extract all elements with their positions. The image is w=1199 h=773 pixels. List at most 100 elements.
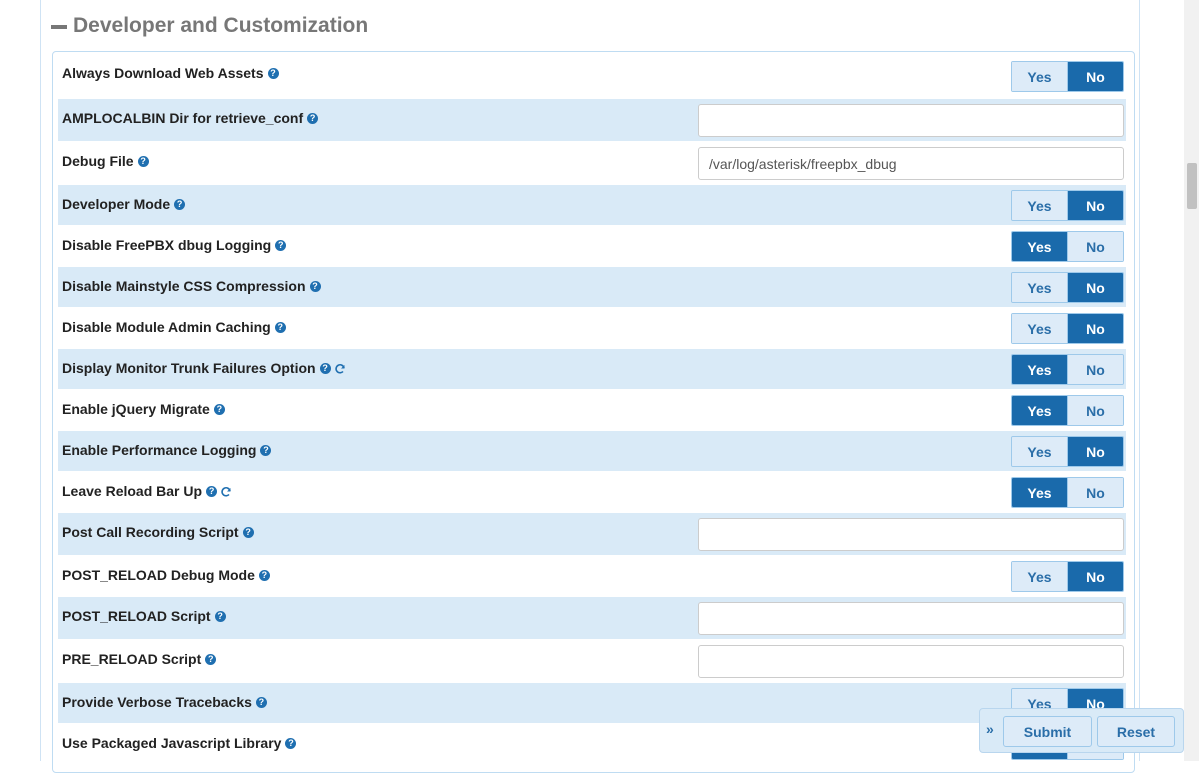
collapse-minus-icon[interactable] <box>51 25 67 29</box>
help-icon[interactable]: ? <box>285 737 297 749</box>
setting-row: Leave Reload Bar Up? Yes No <box>58 472 1126 512</box>
collapse-chevron-icon[interactable]: » <box>986 721 994 737</box>
help-icon[interactable]: ? <box>258 569 270 581</box>
toggle-option-yes[interactable]: Yes <box>1012 478 1068 507</box>
reset-button[interactable]: Reset <box>1097 716 1175 747</box>
setting-label: Leave Reload Bar Up <box>62 483 203 499</box>
submit-button[interactable]: Submit <box>1003 716 1092 747</box>
setting-label-group: Debug File? <box>62 150 149 172</box>
help-icon[interactable]: ? <box>307 112 319 124</box>
setting-row: Use Packaged Javascript Library?YesNo <box>58 724 1126 764</box>
setting-label-group: Display Monitor Trunk Failures Option? <box>62 357 346 379</box>
setting-label-group: Disable Module Admin Caching? <box>62 316 286 338</box>
setting-label: Debug File <box>62 153 134 169</box>
setting-row: Enable jQuery Migrate? Yes No <box>58 390 1126 430</box>
setting-text-input[interactable] <box>698 147 1124 180</box>
setting-row: Disable Module Admin Caching? Yes No <box>58 308 1126 348</box>
setting-text-input[interactable] <box>698 104 1124 137</box>
setting-text-input[interactable] <box>698 645 1124 678</box>
setting-label-group: POST_RELOAD Script? <box>62 605 226 627</box>
help-icon[interactable]: ? <box>274 321 286 333</box>
settings-panel: Always Download Web Assets? Yes No AMPLOCAL… <box>52 51 1135 773</box>
help-icon[interactable]: ? <box>205 653 217 665</box>
setting-label: Disable Mainstyle CSS Compression <box>62 278 306 294</box>
setting-label-group: Leave Reload Bar Up? <box>62 480 232 502</box>
toggle-option-yes[interactable]: Yes <box>1012 355 1068 384</box>
yes-no-toggle[interactable]: YesNo <box>1011 477 1124 508</box>
setting-label: AMPLOCALBIN Dir for retrieve_conf <box>62 110 304 126</box>
setting-row: POST_RELOAD Script? <box>58 597 1126 639</box>
setting-label: POST_RELOAD Script <box>62 608 211 624</box>
yes-no-toggle[interactable]: YesNo <box>1011 436 1124 467</box>
setting-row: AMPLOCALBIN Dir for retrieve_conf? <box>58 99 1126 141</box>
section-title: Developer and Customization <box>73 14 369 37</box>
yes-no-toggle[interactable]: YesNo <box>1011 272 1124 303</box>
help-icon[interactable]: ? <box>137 155 149 167</box>
floating-action-bar: » Submit Reset <box>979 708 1184 753</box>
section-header[interactable]: Developer and Customization <box>51 12 368 40</box>
help-icon[interactable]: ? <box>242 526 254 538</box>
setting-label: Disable Module Admin Caching <box>62 319 271 335</box>
setting-label-group: Post Call Recording Script? <box>62 521 254 543</box>
help-icon[interactable]: ? <box>260 444 272 456</box>
toggle-option-yes[interactable]: Yes <box>1012 314 1068 343</box>
setting-label-group: Disable FreePBX dbug Logging? <box>62 234 287 256</box>
toggle-option-no[interactable]: No <box>1068 396 1123 425</box>
yes-no-toggle[interactable]: YesNo <box>1011 313 1124 344</box>
setting-label-group: Disable Mainstyle CSS Compression? <box>62 275 321 297</box>
setting-label: Developer Mode <box>62 196 171 212</box>
setting-row: Post Call Recording Script? <box>58 513 1126 555</box>
help-icon[interactable]: ? <box>275 239 287 251</box>
toggle-option-no[interactable]: No <box>1068 437 1123 466</box>
scrollbar-thumb[interactable] <box>1187 163 1197 209</box>
toggle-option-yes[interactable]: Yes <box>1012 232 1068 261</box>
setting-row: Display Monitor Trunk Failures Option? Ye… <box>58 349 1126 389</box>
toggle-option-no[interactable]: No <box>1068 273 1123 302</box>
help-icon[interactable]: ? <box>174 198 186 210</box>
page-scrollbar[interactable] <box>1184 0 1199 761</box>
toggle-option-yes[interactable]: Yes <box>1012 273 1068 302</box>
toggle-option-no[interactable]: No <box>1068 232 1123 261</box>
refresh-icon <box>334 362 346 374</box>
yes-no-toggle[interactable]: YesNo <box>1011 190 1124 221</box>
yes-no-toggle[interactable]: YesNo <box>1011 231 1124 262</box>
toggle-option-no[interactable]: No <box>1068 62 1123 91</box>
setting-row: POST_RELOAD Debug Mode? Yes No <box>58 556 1126 596</box>
help-icon[interactable]: ? <box>319 362 331 374</box>
help-icon[interactable]: ? <box>214 610 226 622</box>
toggle-option-yes[interactable]: Yes <box>1012 62 1068 91</box>
setting-label: POST_RELOAD Debug Mode <box>62 567 255 583</box>
setting-label: Provide Verbose Tracebacks <box>62 694 252 710</box>
yes-no-toggle[interactable]: YesNo <box>1011 61 1124 92</box>
setting-row: Developer Mode? Yes No <box>58 185 1126 225</box>
toggle-option-yes[interactable]: Yes <box>1012 562 1068 591</box>
help-icon[interactable]: ? <box>213 403 225 415</box>
toggle-option-yes[interactable]: Yes <box>1012 437 1068 466</box>
toggle-option-no[interactable]: No <box>1068 478 1123 507</box>
setting-label: Use Packaged Javascript Library <box>62 735 282 751</box>
setting-row: PRE_RELOAD Script? <box>58 640 1126 682</box>
help-icon[interactable]: ? <box>309 280 321 292</box>
toggle-option-no[interactable]: No <box>1068 314 1123 343</box>
setting-label-group: Developer Mode? <box>62 193 186 215</box>
setting-text-input[interactable] <box>698 518 1124 551</box>
refresh-icon <box>220 485 232 497</box>
setting-row: Disable FreePBX dbug Logging? Yes No <box>58 226 1126 266</box>
toggle-option-no[interactable]: No <box>1068 355 1123 384</box>
page-border-right <box>1139 0 1140 761</box>
yes-no-toggle[interactable]: YesNo <box>1011 395 1124 426</box>
toggle-option-no[interactable]: No <box>1068 191 1123 220</box>
yes-no-toggle[interactable]: YesNo <box>1011 561 1124 592</box>
setting-row: Disable Mainstyle CSS Compression? Yes No <box>58 267 1126 307</box>
toggle-option-yes[interactable]: Yes <box>1012 396 1068 425</box>
setting-label-group: AMPLOCALBIN Dir for retrieve_conf? <box>62 107 319 129</box>
yes-no-toggle[interactable]: YesNo <box>1011 354 1124 385</box>
help-icon[interactable]: ? <box>206 485 218 497</box>
toggle-option-yes[interactable]: Yes <box>1012 191 1068 220</box>
setting-label-group: Use Packaged Javascript Library? <box>62 732 297 754</box>
help-icon[interactable]: ? <box>255 696 267 708</box>
setting-text-input[interactable] <box>698 602 1124 635</box>
toggle-option-no[interactable]: No <box>1068 562 1123 591</box>
setting-row: Enable Performance Logging? Yes No <box>58 431 1126 471</box>
help-icon[interactable]: ? <box>267 67 279 79</box>
